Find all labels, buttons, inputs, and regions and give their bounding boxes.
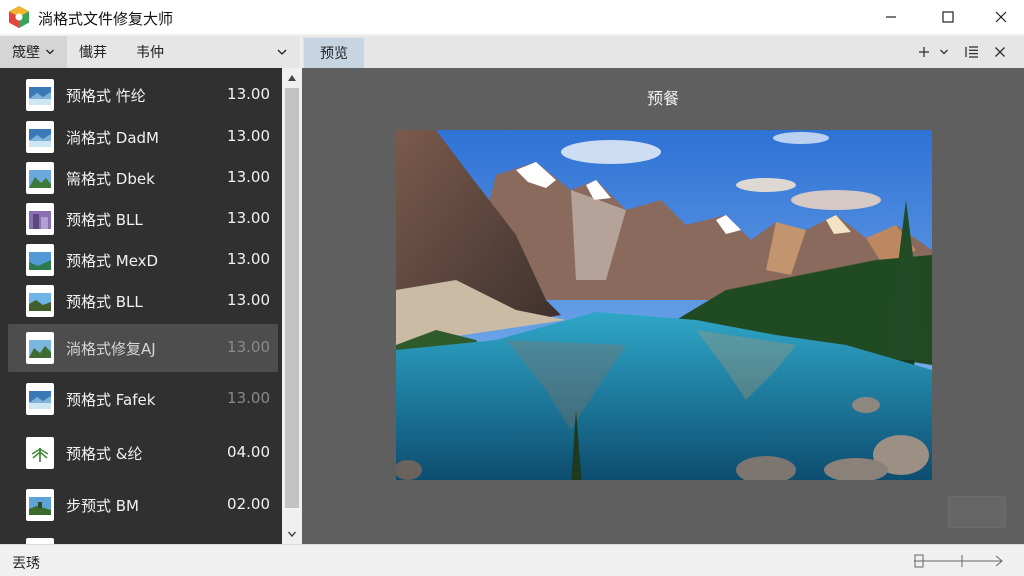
image-file-icon: [26, 332, 54, 364]
sort-tab-label: 筬壁: [12, 45, 40, 61]
title-bar: 淌格式文件修复大师: [0, 0, 1024, 34]
minimize-icon: [886, 16, 896, 18]
minimize-button[interactable]: [864, 0, 918, 34]
image-file-icon: [26, 437, 54, 469]
file-size: 13.00: [227, 389, 270, 407]
file-list-item[interactable]: 步预式 BM 02.00: [8, 484, 278, 526]
file-size: 13.00: [227, 291, 270, 309]
chevron-down-icon: [287, 531, 297, 538]
file-size: 13.00: [227, 250, 270, 268]
maximize-icon: [942, 11, 954, 23]
file-list: 预格式 忤纶 13.00 淌格式 DadM 13.00 篅格式 Dbek 13.…: [0, 68, 282, 544]
tab-preview[interactable]: 预览: [304, 38, 364, 68]
file-list-item[interactable]: 淌格式 DadM 13.00: [8, 116, 278, 158]
window-title: 淌格式文件修复大师: [38, 10, 174, 28]
file-list-item[interactable]: 淌格式修复AJ 13.00: [8, 324, 278, 372]
chevron-down-icon: [46, 49, 54, 55]
status-bar: 丟琇: [0, 544, 1024, 576]
file-name: 预格式 MexD: [66, 252, 159, 270]
file-size: 13.00: [227, 127, 270, 145]
image-file-icon: [26, 285, 54, 317]
image-file-icon: [26, 383, 54, 415]
file-name: 淌格式修复AJ: [66, 340, 156, 358]
file-name: 篅格式 Dbek: [66, 170, 155, 188]
file-list-toolbar: 筬壁 懴荓 韦仲: [0, 36, 300, 68]
file-size: 13.00: [227, 338, 270, 356]
file-list-scrollbar[interactable]: [282, 68, 302, 544]
file-size: 02.00: [227, 495, 270, 513]
file-name: 淌格式 DadM: [66, 129, 159, 147]
scroll-up-button[interactable]: [282, 68, 302, 88]
file-name: 步预式 BM: [66, 497, 140, 515]
file-name: 预格式 BLL: [66, 211, 143, 229]
add-tab-button[interactable]: [914, 42, 934, 62]
image-file-icon: [26, 121, 54, 153]
type-select-value: 韦仲: [136, 45, 164, 61]
sort-dropdown-tab[interactable]: 筬壁: [0, 36, 67, 68]
file-list-item[interactable]: 预格式 Fafek 13.00: [8, 378, 278, 420]
list-icon: [965, 46, 978, 58]
type-select[interactable]: 韦仲: [128, 36, 298, 68]
preview-title: 预餐: [646, 89, 679, 108]
preview-toolbar: 预览: [302, 36, 1024, 68]
file-size: 13.00: [227, 209, 270, 227]
app-logo-icon: [7, 5, 31, 29]
chevron-down-icon: [940, 49, 948, 55]
tab-list-dropdown-button[interactable]: [934, 42, 954, 62]
file-list-item[interactable]: 预格式 BLL 13.00: [8, 280, 278, 322]
preview-image: [394, 130, 932, 485]
filter-tab-label: 懴荓: [79, 45, 107, 61]
file-name: 预格式 Fafek: [66, 391, 156, 409]
scroll-down-button[interactable]: [282, 524, 302, 544]
tab-preview-label: 预览: [320, 46, 348, 62]
file-list-item[interactable]: 预格式 忤纶 13.00: [8, 74, 278, 116]
details-pane-button[interactable]: [962, 42, 982, 62]
file-list-item[interactable]: 预格式 MexD 13.00: [8, 239, 278, 281]
file-list-item[interactable]: 篅格式 Dbek 13.00: [8, 157, 278, 199]
plus-icon: [919, 47, 929, 57]
preview-pane: 预餐: [302, 68, 1024, 544]
close-button[interactable]: [974, 0, 1024, 34]
status-text: 丟琇: [12, 556, 40, 572]
image-file-icon: [26, 489, 54, 521]
close-preview-button[interactable]: [990, 42, 1010, 62]
file-size: 13.00: [227, 168, 270, 186]
scrollbar-thumb[interactable]: [285, 88, 299, 508]
file-name: 预格式 忤纶: [66, 87, 146, 105]
preview-zoom-box[interactable]: [948, 496, 1006, 528]
image-file-icon: [26, 162, 54, 194]
chevron-up-icon: [288, 75, 296, 81]
filter-tab[interactable]: 懴荓: [67, 36, 119, 68]
maximize-button[interactable]: [921, 0, 975, 34]
file-list-item[interactable]: 预格式 &纶 04.00: [8, 432, 278, 474]
zoom-slider[interactable]: [912, 551, 1008, 571]
file-size: 13.00: [227, 85, 270, 103]
image-file-icon: [26, 203, 54, 235]
image-file-icon: [26, 79, 54, 111]
file-size: 04.00: [227, 443, 270, 461]
file-name: 预格式 &纶: [66, 445, 143, 463]
file-list-item[interactable]: 预格式 BLL 13.00: [8, 198, 278, 240]
close-icon: [995, 47, 1005, 57]
file-name: 预格式 BLL: [66, 293, 143, 311]
image-file-icon: [26, 244, 54, 276]
close-icon: [995, 11, 1007, 23]
chevron-down-icon: [277, 49, 287, 55]
